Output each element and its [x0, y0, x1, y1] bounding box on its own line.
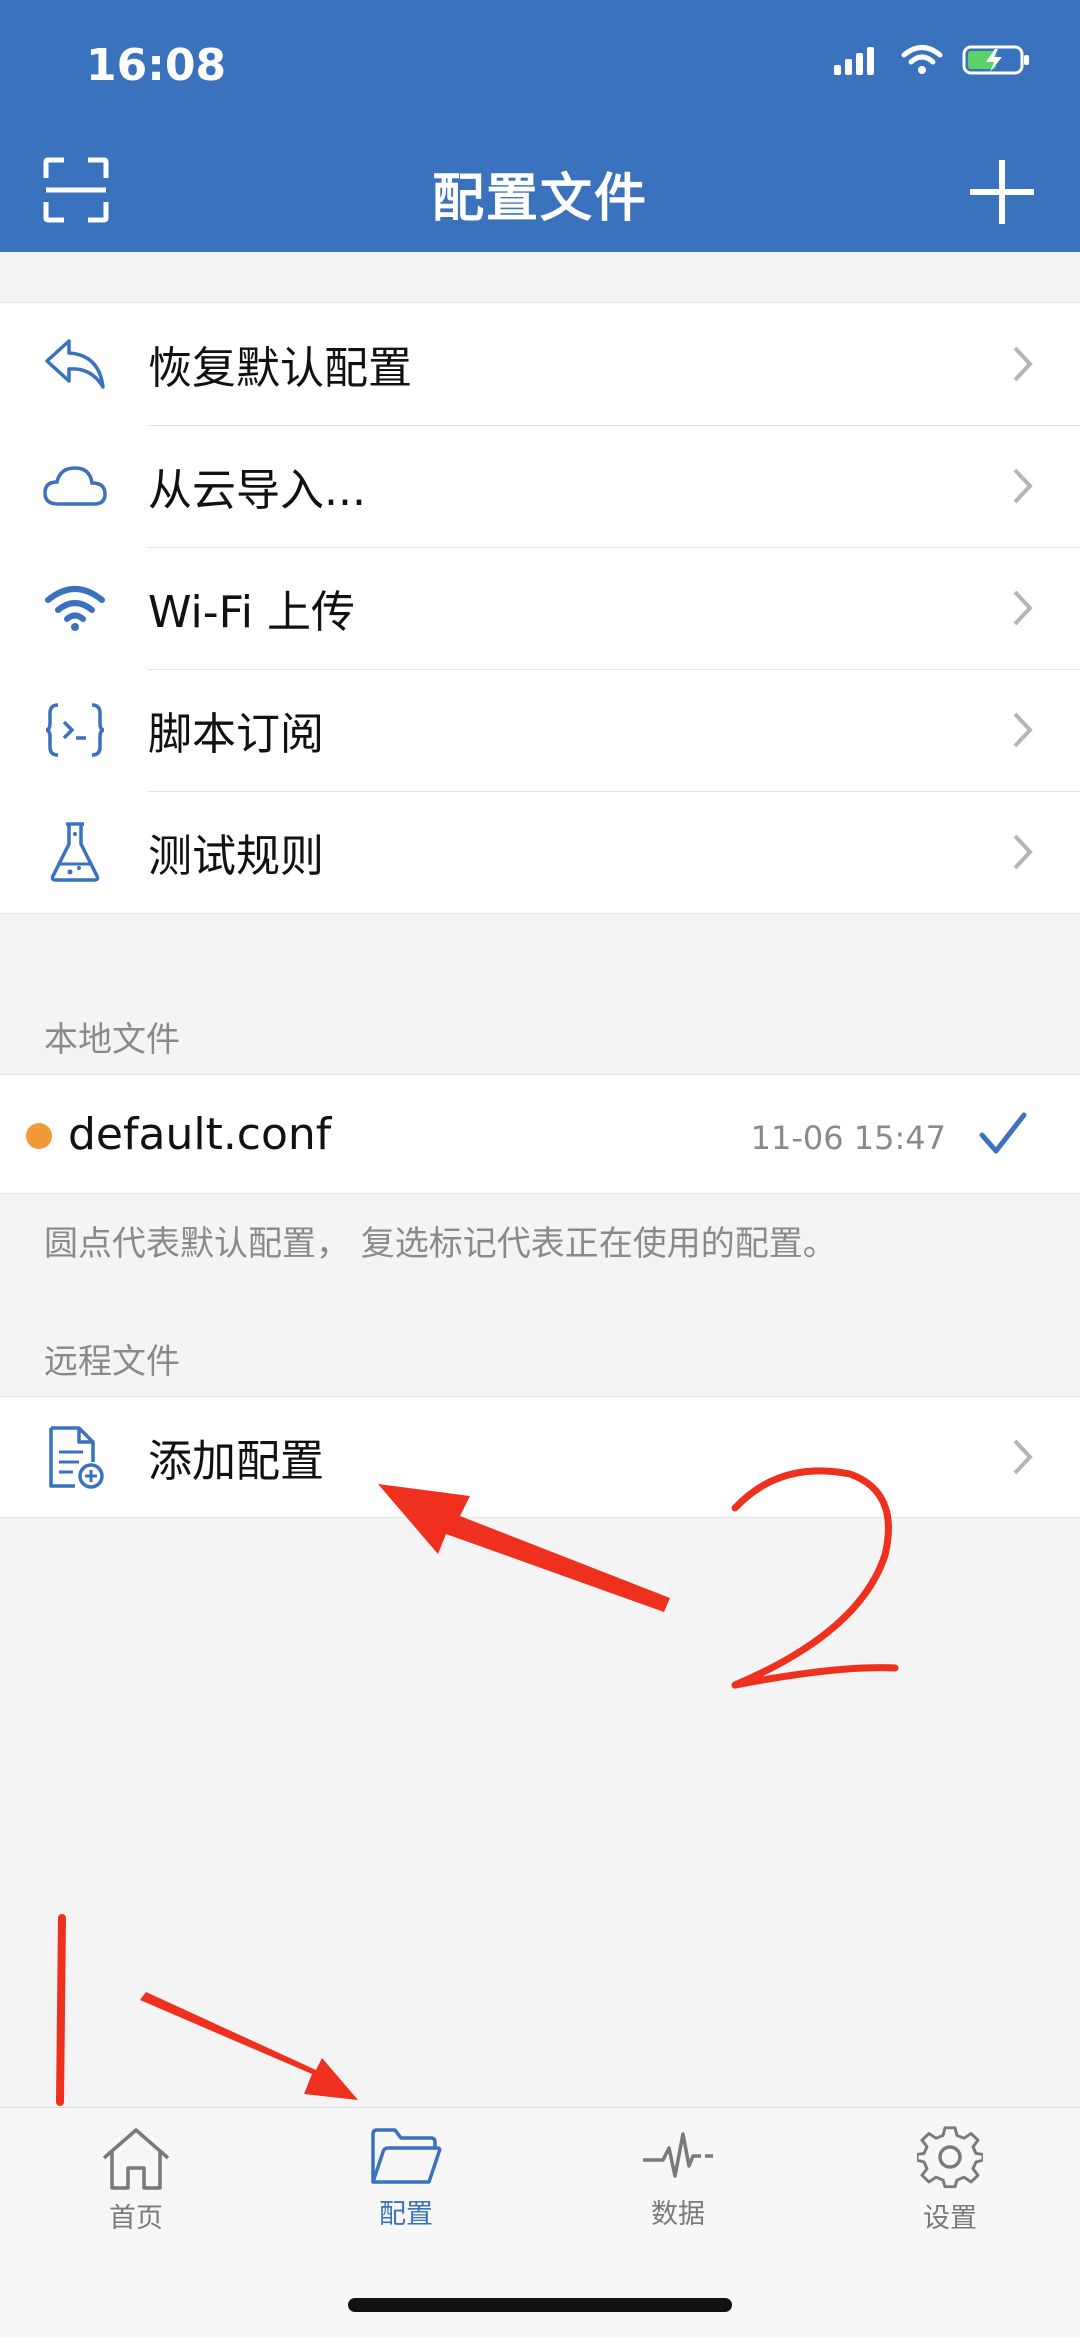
chevron-right-icon [1013, 468, 1033, 504]
home-icon [102, 2128, 170, 2190]
document-add-icon [42, 1424, 108, 1490]
menu-item-label: 从云导入... [148, 465, 366, 516]
legend-note: 圆点代表默认配置， 复选标记代表正在使用的配置。 [44, 1224, 837, 1264]
add-config-label: 添加配置 [148, 1436, 324, 1487]
chevron-right-icon [1013, 712, 1033, 748]
screen: 16:08 配置文件 恢复默认配置 从云导入... Wi-Fi 上传 脚本订阅 … [0, 0, 1080, 2337]
chevron-right-icon [1013, 834, 1033, 870]
tab-label: 首页 [109, 2203, 163, 2234]
menu-item-import-cloud[interactable]: 从云导入... [0, 425, 1080, 547]
default-dot-indicator [26, 1123, 52, 1149]
add-config-row[interactable]: 添加配置 [0, 1396, 1080, 1518]
config-actions-list: 恢复默认配置 从云导入... Wi-Fi 上传 脚本订阅 测试规则 [0, 302, 1080, 914]
add-config-item[interactable]: 添加配置 [0, 1397, 1080, 1517]
tab-config[interactable]: 配置 [326, 2126, 486, 2231]
menu-item-test-rules[interactable]: 测试规则 [0, 791, 1080, 913]
battery-charging-icon [962, 45, 1029, 75]
tab-label: 数据 [651, 2199, 705, 2230]
nav-header: 16:08 配置文件 [0, 0, 1080, 252]
folder-icon [371, 2128, 442, 2184]
local-files-header: 本地文件 [44, 1020, 180, 1060]
tab-home[interactable]: 首页 [56, 2126, 216, 2235]
remote-files-header: 远程文件 [44, 1342, 180, 1382]
menu-item-script-subscription[interactable]: 脚本订阅 [0, 669, 1080, 791]
pulse-icon [643, 2132, 713, 2178]
menu-item-label: 测试规则 [148, 831, 324, 882]
status-icons [834, 44, 1032, 76]
plus-icon[interactable] [966, 156, 1038, 228]
checkmark-icon [979, 1112, 1027, 1154]
chevron-right-icon [1013, 1439, 1033, 1475]
cloud-icon [42, 453, 108, 519]
home-indicator [348, 2298, 732, 2312]
tab-label: 设置 [923, 2203, 977, 2234]
menu-item-wifi-upload[interactable]: Wi-Fi 上传 [0, 547, 1080, 669]
cellular-signal-icon [834, 47, 874, 75]
chevron-right-icon [1013, 346, 1033, 382]
flask-icon [42, 819, 108, 885]
menu-item-label: 脚本订阅 [148, 709, 324, 760]
wifi-status-icon [901, 45, 943, 74]
page-title: 配置文件 [431, 169, 648, 229]
local-file-row[interactable]: default.conf 11-06 15:47 [0, 1074, 1080, 1194]
tab-label: 配置 [379, 2199, 433, 2230]
status-time: 16:08 [86, 40, 227, 91]
file-timestamp: 11-06 15:47 [750, 1119, 946, 1157]
menu-item-label: Wi-Fi 上传 [148, 587, 355, 638]
tab-settings[interactable]: 设置 [870, 2126, 1030, 2235]
menu-item-restore-default[interactable]: 恢复默认配置 [0, 303, 1080, 425]
annotation-arrow-to-config-tab [140, 1992, 358, 2100]
chevron-right-icon [1013, 590, 1033, 626]
script-braces-icon [42, 697, 108, 763]
undo-arrow-icon [42, 331, 108, 397]
tab-data[interactable]: 数据 [598, 2126, 758, 2231]
wifi-icon [42, 575, 108, 641]
file-name: default.conf [68, 1109, 332, 1160]
annotation-handwritten-1 [56, 1914, 66, 2106]
menu-item-label: 恢复默认配置 [148, 343, 412, 394]
gear-icon [917, 2126, 983, 2189]
